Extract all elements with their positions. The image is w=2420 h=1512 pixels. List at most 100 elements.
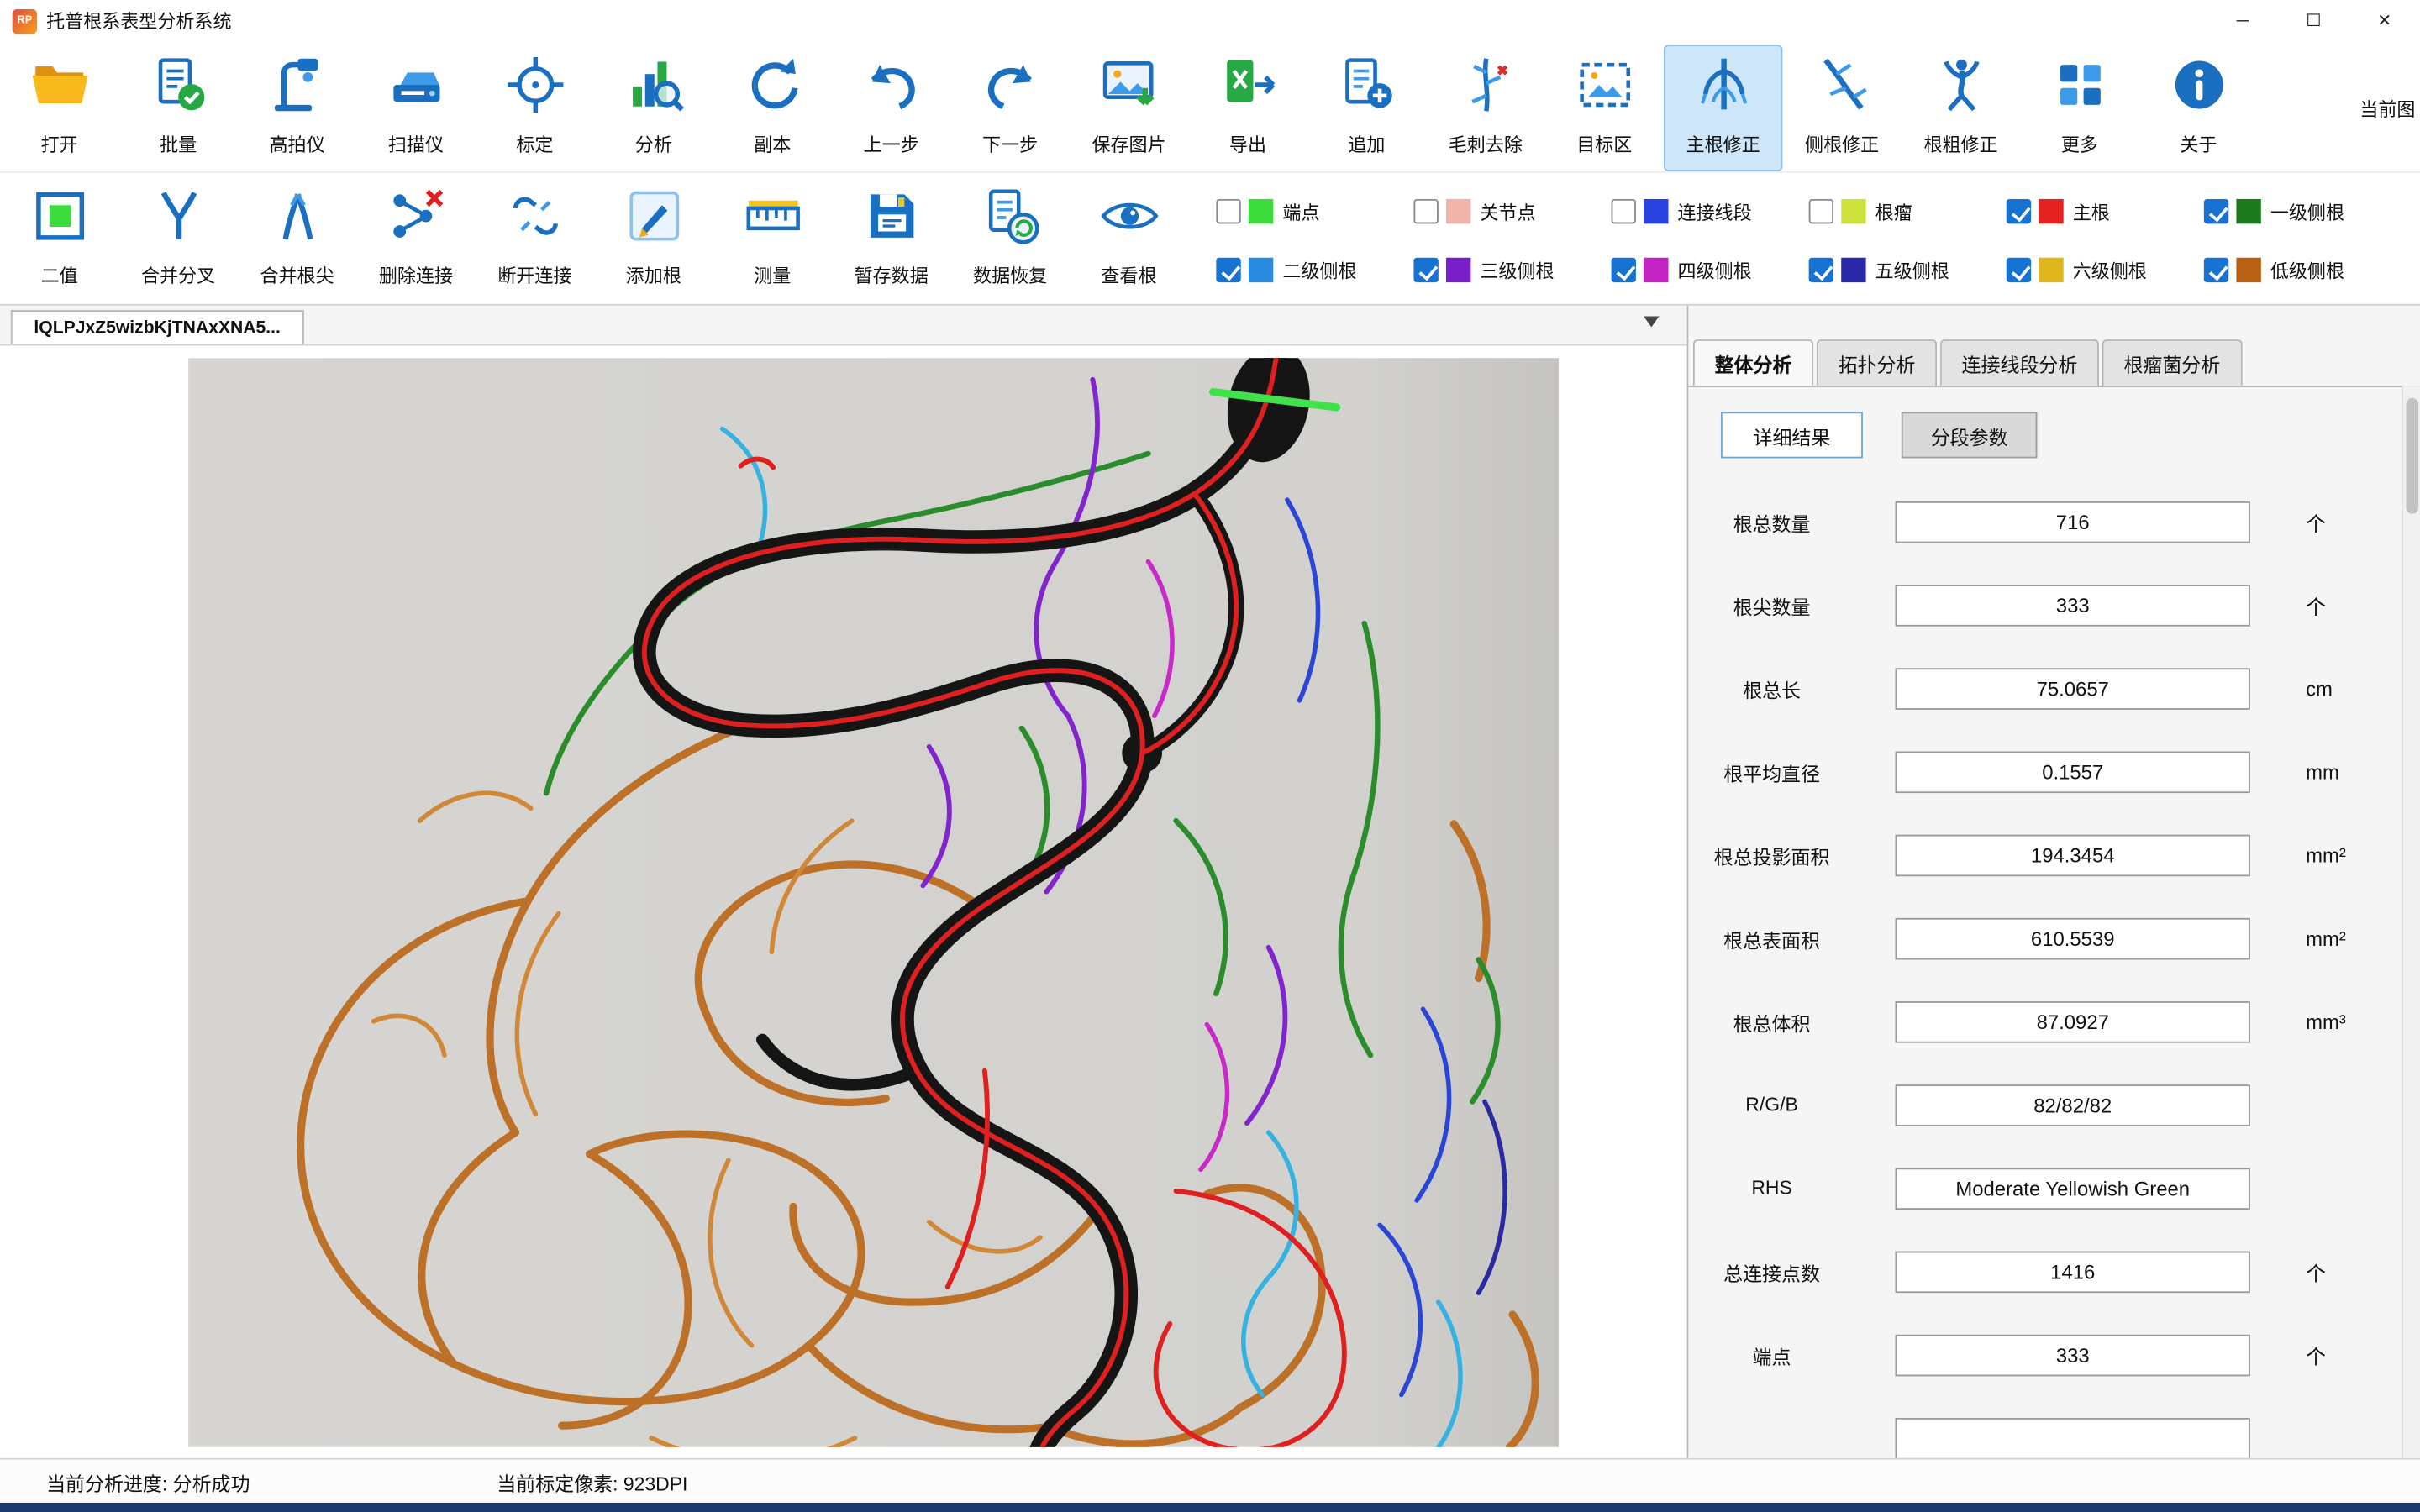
calibrate-icon bbox=[504, 54, 566, 123]
segment-params-button[interactable]: 分段参数 bbox=[1902, 412, 2038, 458]
tab-list-dropdown-icon[interactable] bbox=[1644, 317, 1659, 328]
segment-color-swatch bbox=[1644, 199, 1668, 223]
toolbar-stash-data-button[interactable]: 暂存数据 bbox=[832, 176, 950, 303]
metric-value[interactable]: 82/82/82 bbox=[1896, 1084, 2250, 1126]
toolbar-export-button[interactable]: 导出 bbox=[1188, 45, 1307, 171]
metric-unit: cm bbox=[2306, 676, 2333, 700]
toolbar-calibrate-button[interactable]: 标定 bbox=[476, 45, 594, 171]
metric-value[interactable]: 194.3454 bbox=[1896, 834, 2250, 876]
root-trace-image[interactable] bbox=[188, 358, 1559, 1447]
lateral-3-color-swatch bbox=[1446, 258, 1470, 282]
legend-lateral-6[interactable]: 六级侧根 bbox=[2007, 257, 2204, 283]
target-area-icon bbox=[1574, 54, 1635, 123]
metric-value[interactable]: Moderate Yellowish Green bbox=[1896, 1167, 2250, 1209]
legend-segment[interactable]: 连接线段 bbox=[1612, 198, 1809, 224]
binary-icon bbox=[29, 185, 90, 255]
legend-lateral-4[interactable]: 四级侧根 bbox=[1612, 257, 1809, 283]
segment-checkbox[interactable] bbox=[1612, 199, 1636, 223]
toolbar-merge-fork-button[interactable]: 合并分叉 bbox=[118, 176, 237, 303]
toolbar-deburr-button[interactable]: 毛刺去除 bbox=[1426, 45, 1544, 171]
close-button[interactable]: ✕ bbox=[2349, 0, 2420, 42]
toolbar-add-root-button[interactable]: 添加根 bbox=[594, 176, 713, 303]
metric-value[interactable]: 610.5539 bbox=[1896, 917, 2250, 959]
joint-checkbox[interactable] bbox=[1413, 199, 1438, 223]
lateral-5-checkbox[interactable] bbox=[1809, 258, 1833, 282]
lateral-6-checkbox[interactable] bbox=[2007, 258, 2031, 282]
nodule-checkbox[interactable] bbox=[1809, 199, 1833, 223]
toolbar-duplicate-button[interactable]: 副本 bbox=[713, 45, 832, 171]
toolbar-merge-tip-button[interactable]: 合并根尖 bbox=[238, 176, 356, 303]
detail-results-button[interactable]: 详细结果 bbox=[1721, 412, 1863, 458]
toolbar-more-button[interactable]: 更多 bbox=[2020, 45, 2139, 171]
toolbar-target-area-button[interactable]: 目标区 bbox=[1545, 45, 1664, 171]
image-canvas[interactable] bbox=[0, 345, 1687, 1457]
legend-lateral-2[interactable]: 二级侧根 bbox=[1216, 257, 1413, 283]
endpoint-checkbox[interactable] bbox=[1216, 199, 1240, 223]
legend-endpoint[interactable]: 端点 bbox=[1216, 198, 1413, 224]
toolbar-batch-button[interactable]: 批量 bbox=[118, 45, 237, 171]
metric-value[interactable]: 333 bbox=[1896, 584, 2250, 626]
legend-nodule[interactable]: 根瘤 bbox=[1809, 198, 2007, 224]
metric-value[interactable]: 75.0657 bbox=[1896, 667, 2250, 709]
lateral-1-checkbox[interactable] bbox=[2204, 199, 2228, 223]
toolbar-delete-connection-button[interactable]: 删除连接 bbox=[356, 176, 475, 303]
metric-value-partial[interactable] bbox=[1896, 1417, 2250, 1458]
lateral-2-checkbox[interactable] bbox=[1216, 258, 1240, 282]
main-toolbar: 打开 批量 高拍仪 扫描仪 标定 分析 副本 上一步 bbox=[0, 42, 2420, 173]
metric-unit: mm² bbox=[2306, 927, 2346, 950]
panel-scrollbar[interactable] bbox=[2402, 386, 2420, 1458]
toolbar-measure-button[interactable]: 测量 bbox=[713, 176, 832, 303]
save-image-icon bbox=[1098, 54, 1160, 123]
toolbar-disconnect-button[interactable]: 断开连接 bbox=[476, 176, 594, 303]
tab-overall-analysis[interactable]: 整体分析 bbox=[1693, 339, 1813, 386]
metric-value[interactable]: 0.1557 bbox=[1896, 751, 2250, 793]
toolbar-lateral-root-fix-button[interactable]: 侧根修正 bbox=[1782, 45, 1901, 171]
metric-value[interactable]: 716 bbox=[1896, 501, 2250, 543]
metric-unit: mm² bbox=[2306, 843, 2346, 867]
lateral-4-checkbox[interactable] bbox=[1612, 258, 1636, 282]
metric-value[interactable]: 1416 bbox=[1896, 1251, 2250, 1293]
lateral-3-checkbox[interactable] bbox=[1413, 258, 1438, 282]
toolbar-open-button[interactable]: 打开 bbox=[0, 45, 118, 171]
tab-segment-analysis[interactable]: 连接线段分析 bbox=[1940, 339, 2099, 386]
legend-main-root[interactable]: 主根 bbox=[2007, 198, 2204, 224]
analysis-panel-tabs: 整体分析 拓扑分析 连接线段分析 根瘤菌分析 bbox=[1688, 339, 2420, 387]
toolbar-about-button[interactable]: 关于 bbox=[2139, 45, 2258, 171]
minimize-button[interactable]: ─ bbox=[2207, 0, 2278, 42]
tab-topology-analysis[interactable]: 拓扑分析 bbox=[1817, 339, 1937, 386]
toolbar-root-width-fix-button[interactable]: 根粗修正 bbox=[1902, 45, 2020, 171]
legend-lateral-5[interactable]: 五级侧根 bbox=[1809, 257, 2007, 283]
maximize-button[interactable]: ☐ bbox=[2278, 0, 2349, 42]
result-buttons: 详细结果 分段参数 bbox=[1721, 412, 2420, 458]
analyze-chart-icon bbox=[623, 54, 684, 123]
metric-row-projection-area: 根总投影面积 194.3454 mm² bbox=[1688, 813, 2420, 896]
toolbar-redo-button[interactable]: 下一步 bbox=[950, 45, 1069, 171]
toolbar-analyze-button[interactable]: 分析 bbox=[594, 45, 713, 171]
document-tab[interactable]: lQLPJxZ5wizbKjTNAxXNA5... bbox=[11, 310, 304, 344]
lateral-6-color-swatch bbox=[2039, 258, 2063, 282]
toolbar-main-root-fix-button[interactable]: 主根修正 bbox=[1664, 45, 1782, 171]
lateral-low-checkbox[interactable] bbox=[2204, 258, 2228, 282]
toolbar-doc-camera-button[interactable]: 高拍仪 bbox=[238, 45, 356, 171]
metric-value[interactable]: 87.0927 bbox=[1896, 1000, 2250, 1042]
toolbar-view-root-button[interactable]: 查看根 bbox=[1070, 176, 1188, 303]
legend-lateral-1[interactable]: 一级侧根 bbox=[2204, 198, 2402, 224]
scanner-icon bbox=[385, 54, 446, 123]
joint-color-swatch bbox=[1446, 199, 1470, 223]
titlebar: RP 托普根系表型分析系统 ─ ☐ ✕ bbox=[0, 0, 2420, 42]
toolbar-scanner-button[interactable]: 扫描仪 bbox=[356, 45, 475, 171]
metric-value[interactable]: 333 bbox=[1896, 1334, 2250, 1376]
main-root-checkbox[interactable] bbox=[2007, 199, 2031, 223]
toolbar-undo-button[interactable]: 上一步 bbox=[832, 45, 950, 171]
legend-lateral-3[interactable]: 三级侧根 bbox=[1413, 257, 1611, 283]
legend-joint[interactable]: 关节点 bbox=[1413, 198, 1611, 224]
toolbar-save-image-button[interactable]: 保存图片 bbox=[1070, 45, 1188, 171]
toolbar-restore-data-button[interactable]: 数据恢复 bbox=[950, 176, 1069, 303]
toolbar-binary-button[interactable]: 二值 bbox=[0, 176, 118, 303]
deburr-icon bbox=[1455, 54, 1516, 123]
metric-label: RHS bbox=[1688, 1177, 1854, 1199]
toolbar-append-button[interactable]: 追加 bbox=[1307, 45, 1426, 171]
tab-rhizobium-analysis[interactable]: 根瘤菌分析 bbox=[2102, 339, 2242, 386]
scrollbar-thumb[interactable] bbox=[2406, 398, 2418, 514]
legend-lateral-low[interactable]: 低级侧根 bbox=[2204, 257, 2402, 283]
